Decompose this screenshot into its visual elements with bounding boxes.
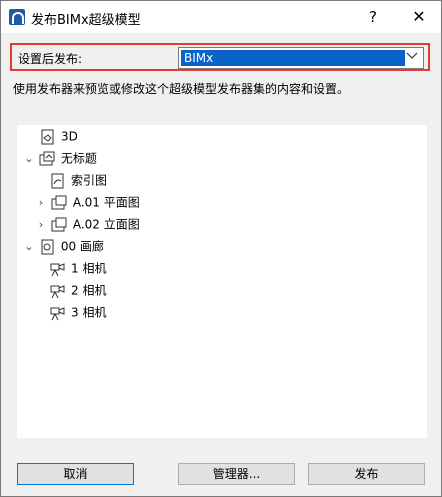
chevron-down-icon[interactable]: ⌄ <box>23 236 35 258</box>
tree-item-a01[interactable]: › A.01 平面图 <box>35 191 140 213</box>
tree-item-label: 索引图 <box>71 173 108 188</box>
index-map-icon <box>49 173 67 189</box>
chevron-right-icon[interactable]: › <box>35 192 47 214</box>
window-title: 发布BIMx超级模型 <box>31 13 141 28</box>
elevation-folder-icon <box>51 217 69 233</box>
plan-folder-icon <box>51 195 69 211</box>
help-button[interactable]: ? <box>359 5 387 29</box>
tree-item-label: 00 画廊 <box>60 239 104 254</box>
tree-item-camera-1[interactable]: 1 相机 <box>49 257 106 279</box>
tree-item-a02[interactable]: › A.02 立面图 <box>35 213 140 235</box>
tree-item-label: 3D <box>61 129 78 144</box>
model-3d-icon <box>39 129 57 145</box>
cancel-button[interactable]: 取消 <box>17 463 134 485</box>
close-button[interactable]: ✕ <box>405 5 433 29</box>
bimx-app-icon <box>9 9 25 25</box>
camera-icon <box>49 305 67 321</box>
tree-item-label: 1 相机 <box>71 261 107 276</box>
tree-item-3d[interactable]: 3D <box>39 125 78 147</box>
publish-set-selected-value: BIMx <box>181 50 405 66</box>
description-text: 使用发布器来预览或修改这个超级模型发布器集的内容和设置。 <box>13 82 350 96</box>
gallery-icon <box>39 239 57 255</box>
camera-icon <box>49 283 67 299</box>
publish-settings-label: 设置后发布: <box>18 52 83 66</box>
tree-item-camera-2[interactable]: 2 相机 <box>49 279 106 301</box>
tree-item-index-map[interactable]: 索引图 <box>49 169 107 191</box>
publish-dialog: 发布BIMx超级模型 ? ✕ 设置后发布: BIMx 使用发布器来预览或修改这个… <box>0 0 442 497</box>
chevron-down-icon[interactable] <box>404 50 420 66</box>
publish-button[interactable]: 发布 <box>308 463 425 485</box>
manager-button[interactable]: 管理器... <box>178 463 295 485</box>
tree-item-label: A.02 立面图 <box>72 217 140 232</box>
tree-item-camera-3[interactable]: 3 相机 <box>49 301 106 323</box>
camera-icon <box>49 261 67 277</box>
tree-item-label: 2 相机 <box>71 283 107 298</box>
publish-set-select[interactable]: BIMx <box>178 47 424 69</box>
chevron-right-icon[interactable]: › <box>35 214 47 236</box>
tree-item-label: 无标题 <box>60 151 97 166</box>
publish-settings-row: 设置后发布: BIMx <box>10 43 430 71</box>
tree-item-label: A.01 平面图 <box>72 195 140 210</box>
title-bar: 发布BIMx超级模型 ? ✕ <box>1 1 441 33</box>
tree-item-untitled[interactable]: ⌄ 无标题 <box>23 147 97 169</box>
tree-item-gallery[interactable]: ⌄ 00 画廊 <box>23 235 104 257</box>
layout-folder-icon <box>39 151 57 167</box>
tree-item-label: 3 相机 <box>71 305 107 320</box>
publisher-tree[interactable]: 3D ⌄ 无标题 索引图 › A.01 平面图 › A.02 立面图 ⌄ 00 … <box>17 125 427 438</box>
chevron-down-icon[interactable]: ⌄ <box>23 148 35 170</box>
